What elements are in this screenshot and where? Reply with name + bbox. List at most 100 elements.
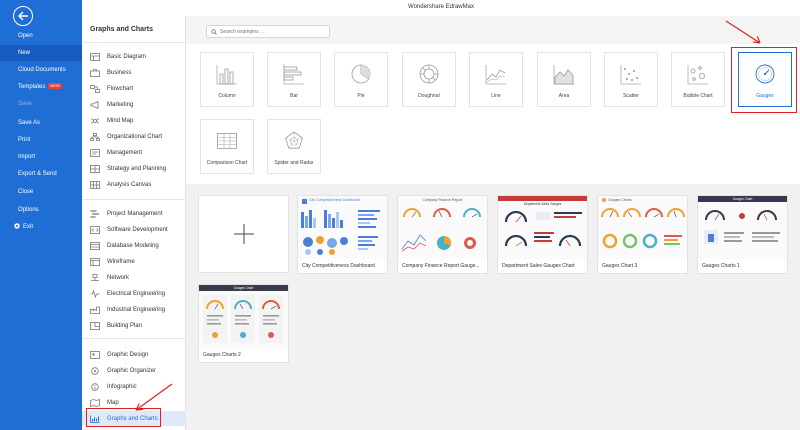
template-card[interactable]: City Competitiveness Dashboard City Comp… xyxy=(297,195,388,274)
floor-plan-icon xyxy=(90,321,100,330)
chart-type-line[interactable]: Line xyxy=(469,52,523,107)
search-box[interactable] xyxy=(206,25,330,38)
chart-type-label: Area xyxy=(558,93,570,99)
management-icon xyxy=(90,148,100,157)
divider xyxy=(82,338,186,339)
chart-type-bar[interactable]: Bar xyxy=(267,52,321,107)
thumb-preview-graphic xyxy=(504,210,582,247)
template-card[interactable]: Gauges Chart Gauges Charts 1 xyxy=(697,195,788,274)
chart-type-label: Bubble Chart xyxy=(683,93,713,99)
thumb-title: Department Sales Gauges xyxy=(523,202,562,206)
nav-export-send-label: Export & Send xyxy=(18,171,57,177)
category-label: Industrial Engineering xyxy=(107,306,166,313)
window-title: Wondershare EdrawMax xyxy=(82,0,800,16)
nav-print-label: Print xyxy=(18,137,31,143)
briefcase-icon xyxy=(90,68,100,77)
category-label: Project Management xyxy=(107,210,163,217)
category-project-management[interactable]: Project Management xyxy=(82,206,186,221)
chart-type-column[interactable]: Column xyxy=(200,52,254,107)
chart-type-pie[interactable]: Pie xyxy=(334,52,388,107)
chart-type-spider-radar[interactable]: Spider and Radar xyxy=(267,119,321,174)
chart-type-comparison[interactable]: Comparison Chart xyxy=(200,119,254,174)
template-label: City Competitiveness Dashboard xyxy=(302,263,375,269)
search-input[interactable] xyxy=(220,28,320,35)
category-label: Organizational Chart xyxy=(107,133,163,140)
category-label: Basic Diagram xyxy=(107,53,147,60)
basic-diagram-icon xyxy=(90,52,100,61)
nav-templates[interactable]: Templates NEW xyxy=(0,79,82,95)
template-card[interactable]: Gauges Charts Gauges Chart 3 xyxy=(597,195,688,274)
category-label: Database Modeling xyxy=(107,242,159,249)
category-organizational-chart[interactable]: Organizational Chart xyxy=(82,129,186,144)
template-label: Company Finance Report Gauge... xyxy=(402,263,480,269)
category-software-development[interactable]: Software Development xyxy=(82,222,186,237)
network-icon xyxy=(90,273,100,282)
chart-type-doughnut[interactable]: Doughnut xyxy=(402,52,456,107)
category-basic-diagram[interactable]: Basic Diagram xyxy=(82,49,186,64)
blank-template-card[interactable] xyxy=(198,195,289,273)
nav-open[interactable]: Open xyxy=(0,28,82,44)
nav-print[interactable]: Print xyxy=(0,132,82,148)
canvas-icon xyxy=(90,180,100,189)
chart-type-scatter[interactable]: Scatter xyxy=(604,52,658,107)
gauges-highlight-box xyxy=(731,47,797,113)
org-chart-icon xyxy=(90,132,100,141)
thumb-preview-graphic xyxy=(704,210,780,244)
category-business[interactable]: Business xyxy=(82,65,186,80)
category-marketing[interactable]: Marketing xyxy=(82,97,186,112)
category-database-modeling[interactable]: Database Modeling xyxy=(82,238,186,253)
radar-chart-icon xyxy=(283,130,305,152)
template-card[interactable]: Department Sales Gauges Department Sales… xyxy=(497,195,588,274)
category-strategy-planning[interactable]: Strategy and Planning xyxy=(82,161,186,176)
comparison-chart-icon xyxy=(216,130,238,152)
category-label: Analysis Canvas xyxy=(107,181,152,188)
category-building-plan[interactable]: Building Plan xyxy=(82,318,186,333)
chart-type-area[interactable]: Area xyxy=(537,52,591,107)
divider xyxy=(82,42,186,43)
nav-options[interactable]: Options xyxy=(0,202,82,218)
nav-save-label: Save xyxy=(18,101,32,107)
category-mind-map[interactable]: Mind Map xyxy=(82,113,186,128)
category-graphic-design[interactable]: Graphic Design xyxy=(82,347,186,362)
nav-import[interactable]: Import xyxy=(0,149,82,165)
arrow-left-icon xyxy=(17,11,28,21)
category-flowchart[interactable]: Flowchart xyxy=(82,81,186,96)
category-label: Marketing xyxy=(107,101,134,108)
category-industrial-engineering[interactable]: Industrial Engineering xyxy=(82,302,186,317)
nav-save[interactable]: Save xyxy=(0,96,82,112)
nav-open-label: Open xyxy=(18,33,33,39)
category-network[interactable]: Network xyxy=(82,270,186,285)
template-card[interactable]: Company Finance Report Company Finance R… xyxy=(397,195,488,274)
arrow-annotation-icon xyxy=(725,20,761,44)
doughnut-chart-icon xyxy=(418,63,440,85)
chart-type-bubble[interactable]: Bubble Chart xyxy=(671,52,725,107)
flowchart-icon xyxy=(90,84,100,93)
design-icon xyxy=(90,350,100,359)
thumb-title: Company Finance Report xyxy=(422,198,463,202)
category-management[interactable]: Management xyxy=(82,145,186,160)
nav-export-send[interactable]: Export & Send xyxy=(0,166,82,182)
category-electrical-engineering[interactable]: Electrical Engineering xyxy=(82,286,186,301)
category-label: Electrical Engineering xyxy=(107,290,166,297)
template-label: Gauges Chart 3 xyxy=(602,263,638,269)
nav-close[interactable]: Close xyxy=(0,184,82,200)
template-card[interactable]: Gauges Chart Gauges Charts 2 xyxy=(198,284,289,363)
marketing-icon xyxy=(90,100,100,109)
backstage-nav: Open New Cloud Documents Templates NEW Sa… xyxy=(0,0,82,430)
category-label: Wireframe xyxy=(107,258,135,265)
category-analysis-canvas[interactable]: Analysis Canvas xyxy=(82,177,186,192)
nav-cloud-documents[interactable]: Cloud Documents xyxy=(0,62,82,78)
category-label: Network xyxy=(107,274,130,281)
back-button[interactable] xyxy=(13,6,33,26)
chart-type-label: Line xyxy=(491,93,501,99)
category-label: Building Plan xyxy=(107,322,143,329)
nav-new[interactable]: New xyxy=(0,45,82,61)
nav-save-as[interactable]: Save As xyxy=(0,115,82,131)
chart-type-label: Spider and Radar xyxy=(274,160,314,166)
category-wireframe[interactable]: Wireframe xyxy=(82,254,186,269)
template-label: Department Sales Gauges Chart xyxy=(502,263,575,269)
nav-options-label: Options xyxy=(18,207,39,213)
nav-exit[interactable]: Exit xyxy=(0,219,82,235)
chart-type-label: Bar xyxy=(290,93,298,99)
thumb-title: Gauges Charts xyxy=(608,198,632,202)
